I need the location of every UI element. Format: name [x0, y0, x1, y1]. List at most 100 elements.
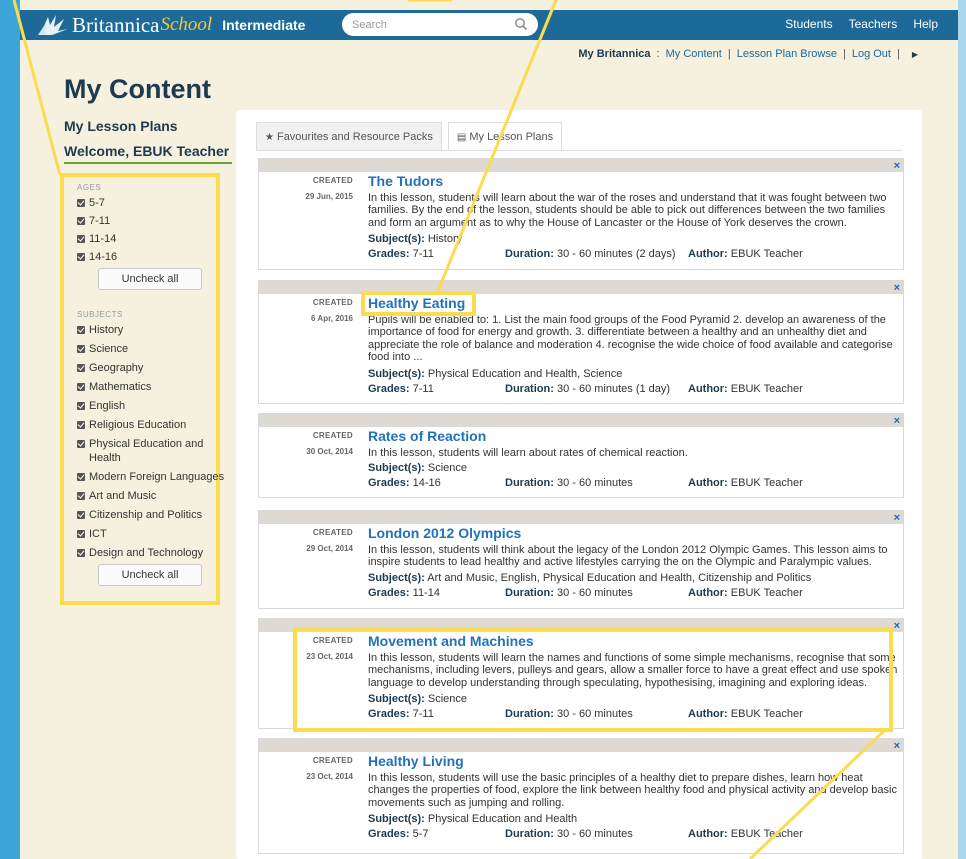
top-nav-links: Students Teachers Help — [785, 17, 938, 31]
nav-teachers[interactable]: Teachers — [849, 17, 898, 31]
top-nav-bar: Britannica School Intermediate Students … — [20, 10, 958, 40]
filter-age[interactable]: 14-16 — [77, 250, 227, 264]
britannica-school-logo[interactable]: Britannica School Intermediate — [34, 12, 305, 38]
filter-label: 7-11 — [89, 215, 111, 227]
grades-value: 7-11 — [412, 248, 434, 260]
lesson-subjects: Subject(s): Physical Education and Healt… — [368, 368, 622, 380]
filter-age[interactable]: 7-11 — [77, 214, 227, 228]
lesson-author: Author: EBUK Teacher — [688, 828, 803, 840]
tab-label: My Lesson Plans — [469, 131, 554, 143]
lesson-grades: Grades: 7-11 — [368, 383, 434, 395]
filter-age[interactable]: 11-14 — [77, 232, 227, 246]
created-date: 23 Oct, 2014 — [306, 772, 353, 781]
duration-value: 30 - 60 minutes — [556, 587, 633, 599]
nav-help[interactable]: Help — [913, 17, 938, 31]
checkbox-checked-icon[interactable] — [77, 549, 85, 557]
checkbox-checked-icon[interactable] — [77, 383, 85, 391]
tab-my-lesson-plans[interactable]: ▤ My Lesson Plans — [447, 122, 563, 151]
checkbox-checked-icon[interactable] — [77, 253, 85, 261]
checkbox-checked-icon[interactable] — [77, 530, 85, 538]
checkbox-checked-icon[interactable] — [77, 473, 85, 481]
checkbox-checked-icon[interactable] — [77, 440, 85, 448]
lesson-card: × CREATED 23 Oct, 2014 Healthy Living In… — [258, 738, 904, 854]
created-label: CREATED — [312, 528, 353, 537]
filter-subject[interactable]: ICT — [77, 527, 227, 541]
created-date: 29 Jun, 2015 — [305, 192, 353, 201]
author-value: EBUK Teacher — [730, 587, 803, 599]
lesson-subjects: Subject(s): Physical Education and Healt… — [368, 813, 577, 825]
filter-subject[interactable]: Art and Music — [77, 489, 227, 503]
lesson-subjects: Subject(s): Science — [368, 693, 467, 705]
subjects-label: Subject(s): — [368, 368, 425, 380]
grades-label: Grades: — [368, 828, 410, 840]
author-label: Author: — [688, 828, 728, 840]
link-log-out[interactable]: Log Out — [852, 48, 891, 60]
lesson-title-link[interactable]: Movement and Machines — [368, 633, 534, 649]
subjects-label: Subject(s): — [368, 462, 425, 474]
uncheck-all-ages-button[interactable]: Uncheck all — [98, 268, 202, 290]
author-label: Author: — [688, 708, 728, 720]
lesson-grades: Grades: 11-14 — [368, 587, 440, 599]
filter-subject[interactable]: English — [77, 399, 227, 413]
subjects-value: Physical Education and Health — [427, 813, 578, 825]
created-label: CREATED — [312, 176, 353, 185]
checkbox-checked-icon[interactable] — [77, 402, 85, 410]
created-date: 23 Oct, 2014 — [306, 652, 353, 661]
search-input[interactable] — [352, 18, 502, 31]
lesson-card: × CREATED 29 Oct, 2014 London 2012 Olymp… — [258, 510, 904, 609]
checkbox-checked-icon[interactable] — [77, 235, 85, 243]
close-icon[interactable]: × — [894, 621, 900, 632]
duration-label: Duration: — [505, 383, 554, 395]
filter-subject[interactable]: History — [77, 323, 227, 337]
close-icon[interactable]: × — [894, 283, 900, 294]
lesson-title-link[interactable]: The Tudors — [368, 173, 443, 189]
filter-subject[interactable]: Religious Education — [77, 418, 227, 432]
search-icon[interactable] — [514, 17, 528, 31]
caret-right-icon[interactable]: ▶ — [912, 50, 918, 59]
filter-subject[interactable]: Science — [77, 342, 227, 356]
close-icon[interactable]: × — [894, 741, 900, 752]
filter-label: 5-7 — [89, 197, 105, 209]
checkbox-checked-icon[interactable] — [77, 492, 85, 500]
checkbox-checked-icon[interactable] — [77, 421, 85, 429]
filter-subject[interactable]: Citizenship and Politics — [77, 508, 227, 522]
lesson-title-link[interactable]: Rates of Reaction — [368, 428, 486, 444]
duration-label: Duration: — [505, 248, 554, 260]
close-icon[interactable]: × — [894, 416, 900, 427]
checkbox-checked-icon[interactable] — [77, 199, 85, 207]
checkbox-checked-icon[interactable] — [77, 345, 85, 353]
lesson-title-link[interactable]: Healthy Living — [368, 753, 464, 769]
checkbox-checked-icon[interactable] — [77, 217, 85, 225]
filter-subject[interactable]: Mathematics — [77, 380, 227, 394]
duration-label: Duration: — [505, 708, 554, 720]
tab-favourites[interactable]: ★ Favourites and Resource Packs — [256, 122, 442, 151]
uncheck-all-subjects-button[interactable]: Uncheck all — [98, 564, 202, 586]
nav-students[interactable]: Students — [785, 17, 832, 31]
lesson-card: × CREATED 6 Apr, 2016 Healthy Eating Pup… — [258, 280, 904, 404]
link-my-content[interactable]: My Content — [666, 48, 722, 60]
lesson-duration: Duration: 30 - 60 minutes — [505, 587, 633, 599]
lesson-description: In this lesson, students will learn the … — [368, 652, 898, 689]
checkbox-checked-icon[interactable] — [77, 364, 85, 372]
page-title: My Content — [64, 74, 211, 104]
checkbox-checked-icon[interactable] — [77, 511, 85, 519]
filter-subject[interactable]: Geography — [77, 361, 227, 375]
checkbox-checked-icon[interactable] — [77, 326, 85, 334]
duration-value: 30 - 60 minutes — [556, 828, 633, 840]
duration-label: Duration: — [505, 477, 554, 489]
filter-subject[interactable]: Design and Technology — [77, 546, 227, 560]
filter-age[interactable]: 5-7 — [77, 196, 227, 210]
lesson-title-link[interactable]: Healthy Eating — [368, 295, 465, 311]
card-header: × — [259, 739, 903, 752]
link-lesson-plan-browse[interactable]: Lesson Plan Browse — [737, 48, 837, 60]
close-icon[interactable]: × — [894, 161, 900, 172]
filter-subject[interactable]: Modern Foreign Languages — [77, 470, 227, 484]
lesson-author: Author: EBUK Teacher — [688, 477, 803, 489]
filter-subject[interactable]: Physical Education and Health — [77, 437, 217, 465]
close-icon[interactable]: × — [894, 513, 900, 524]
created-date: 30 Oct, 2014 — [306, 447, 353, 456]
subjects-value: Science — [427, 693, 468, 705]
lesson-duration: Duration: 30 - 60 minutes — [505, 708, 633, 720]
author-label: Author: — [688, 383, 728, 395]
lesson-title-link[interactable]: London 2012 Olympics — [368, 525, 521, 541]
